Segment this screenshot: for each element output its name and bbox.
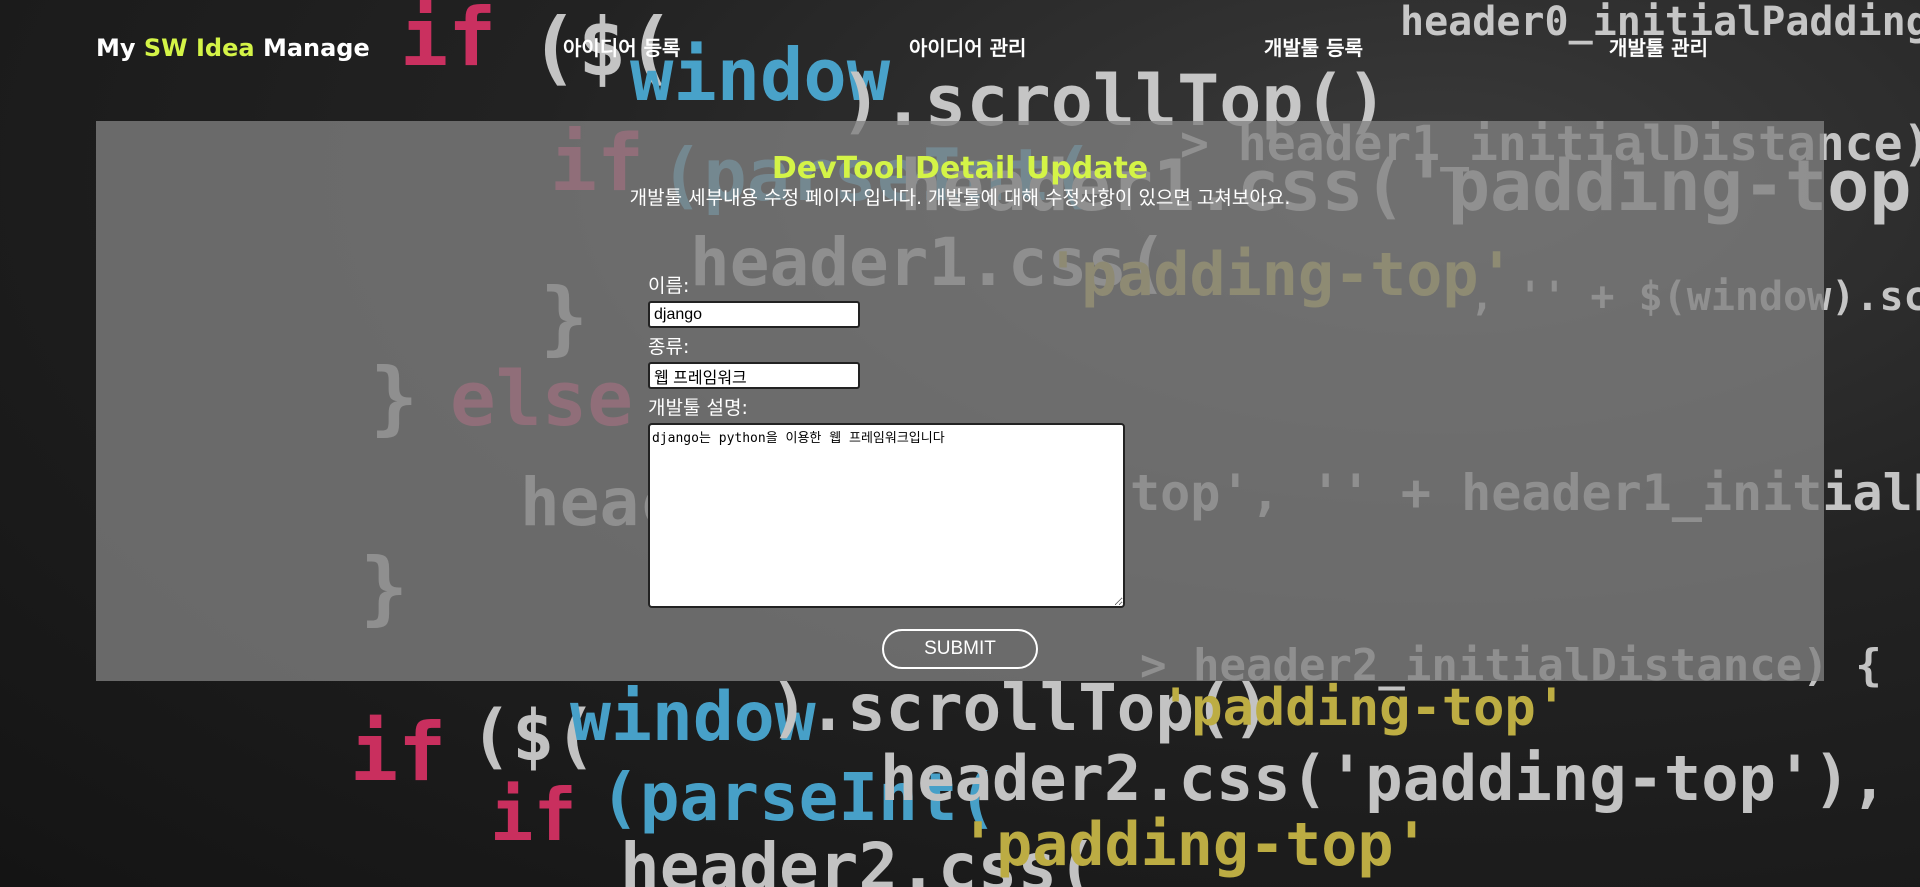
devtool-update-form: 이름: 종류: 개발툴 설명: django는 python을 이용한 웹 프레… — [648, 271, 1128, 608]
description-label: 개발툴 설명: — [648, 397, 748, 419]
description-textarea[interactable]: django는 python을 이용한 웹 프레임워크입니다 — [648, 423, 1125, 608]
name-input[interactable] — [648, 301, 860, 328]
svg-text:if: if — [490, 773, 577, 857]
svg-text:'padding-top': 'padding-top' — [1160, 678, 1567, 738]
devtool-update-panel: DevTool Detail Update 개발툴 세부내용 수정 페이지 입니… — [96, 121, 1824, 681]
kind-label: 종류: — [648, 336, 690, 358]
brand-prefix: My — [96, 34, 144, 62]
svg-text:'padding-top': 'padding-top' — [960, 810, 1430, 880]
brand-suffix: Manage — [254, 34, 370, 62]
submit-button[interactable]: SUBMIT — [882, 629, 1038, 669]
page-title: DevTool Detail Update — [771, 151, 1149, 186]
nav-idea-register[interactable]: 아이디어 등록 — [563, 32, 680, 61]
svg-text:if: if — [350, 706, 446, 799]
page-subtitle: 개발툴 세부내용 수정 페이지 입니다. 개발툴에 대해 수정사항이 있으면 고… — [629, 187, 1291, 209]
name-label: 이름: — [648, 275, 690, 297]
brand-logo[interactable]: My SW Idea Manage — [96, 34, 370, 62]
nav-devtool-register[interactable]: 개발툴 등록 — [1264, 32, 1363, 61]
nav-idea-manage[interactable]: 아이디어 관리 — [909, 32, 1026, 61]
kind-input[interactable] — [648, 362, 860, 389]
svg-text:header2.css('padding-top'), 10: header2.css('padding-top'), 10) — [880, 742, 1920, 815]
brand-accent: SW Idea — [143, 34, 255, 62]
nav-devtool-manage[interactable]: 개발툴 관리 — [1609, 32, 1708, 61]
top-navigation: My SW Idea Manage 아이디어 등록 아이디어 관리 개발툴 등록… — [0, 0, 1920, 95]
